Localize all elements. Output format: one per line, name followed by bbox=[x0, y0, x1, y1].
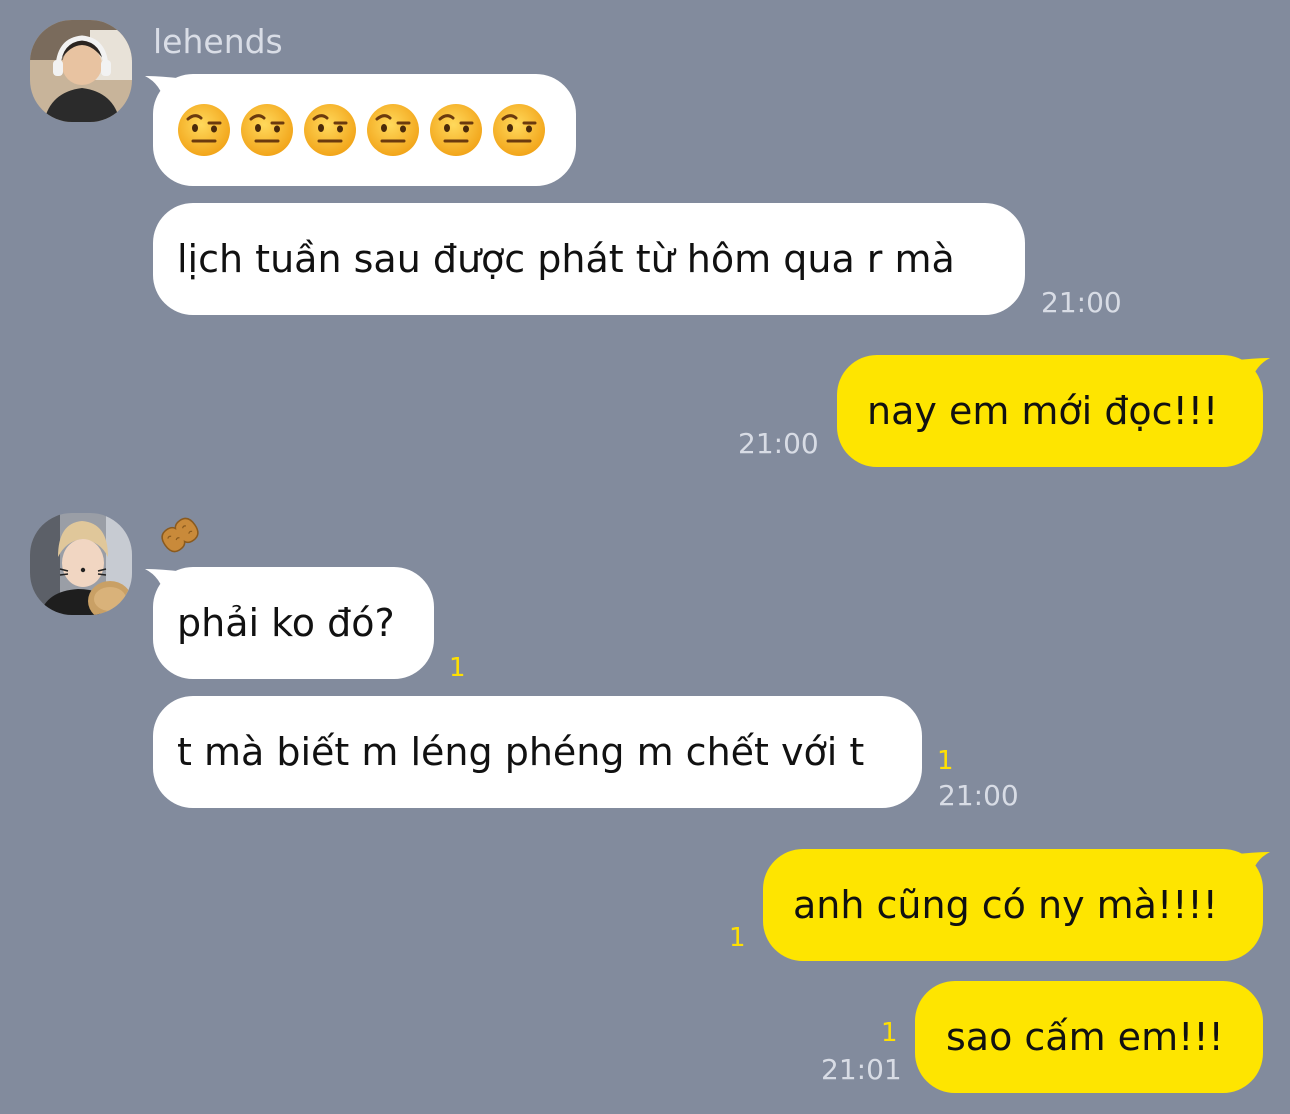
message-timestamp: 21:00 bbox=[938, 779, 1019, 812]
avatar-lehends[interactable] bbox=[30, 20, 132, 122]
avatar-sender[interactable] bbox=[30, 513, 132, 615]
message-timestamp: 21:00 bbox=[738, 427, 819, 460]
emoji-row bbox=[176, 102, 547, 158]
raised-eyebrow-emoji-icon bbox=[430, 104, 482, 156]
raised-eyebrow-emoji-icon bbox=[241, 104, 293, 156]
message-bubble-text[interactable]: phải ko đó? bbox=[153, 567, 434, 679]
message-bubble-text[interactable]: t mà biết m léng phéng m chết với t bbox=[153, 696, 922, 808]
bubble-tail bbox=[1238, 852, 1270, 880]
bubble-tail bbox=[1238, 358, 1270, 386]
raised-eyebrow-emoji-icon bbox=[493, 104, 545, 156]
message-timestamp: 21:00 bbox=[1041, 286, 1122, 319]
raised-eyebrow-emoji-icon bbox=[304, 104, 356, 156]
peanut-icon bbox=[161, 517, 199, 553]
raised-eyebrow-emoji-icon bbox=[367, 104, 419, 156]
sender-name: lehends bbox=[153, 22, 283, 61]
raised-eyebrow-emoji-icon bbox=[178, 104, 230, 156]
message-bubble-text[interactable]: sao cấm em!!! bbox=[915, 981, 1263, 1093]
message-bubble-text[interactable]: anh cũng có ny mà!!!! bbox=[763, 849, 1263, 961]
message-bubble-text[interactable]: nay em mới đọc!!! bbox=[837, 355, 1263, 467]
message-bubble-text[interactable]: lịch tuần sau được phát từ hôm qua r mà bbox=[153, 203, 1025, 315]
unread-count: 1 bbox=[729, 923, 746, 953]
unread-count: 1 bbox=[937, 746, 954, 776]
unread-count: 1 bbox=[449, 653, 466, 683]
message-timestamp: 21:01 bbox=[821, 1053, 902, 1086]
unread-count: 1 bbox=[881, 1018, 898, 1048]
